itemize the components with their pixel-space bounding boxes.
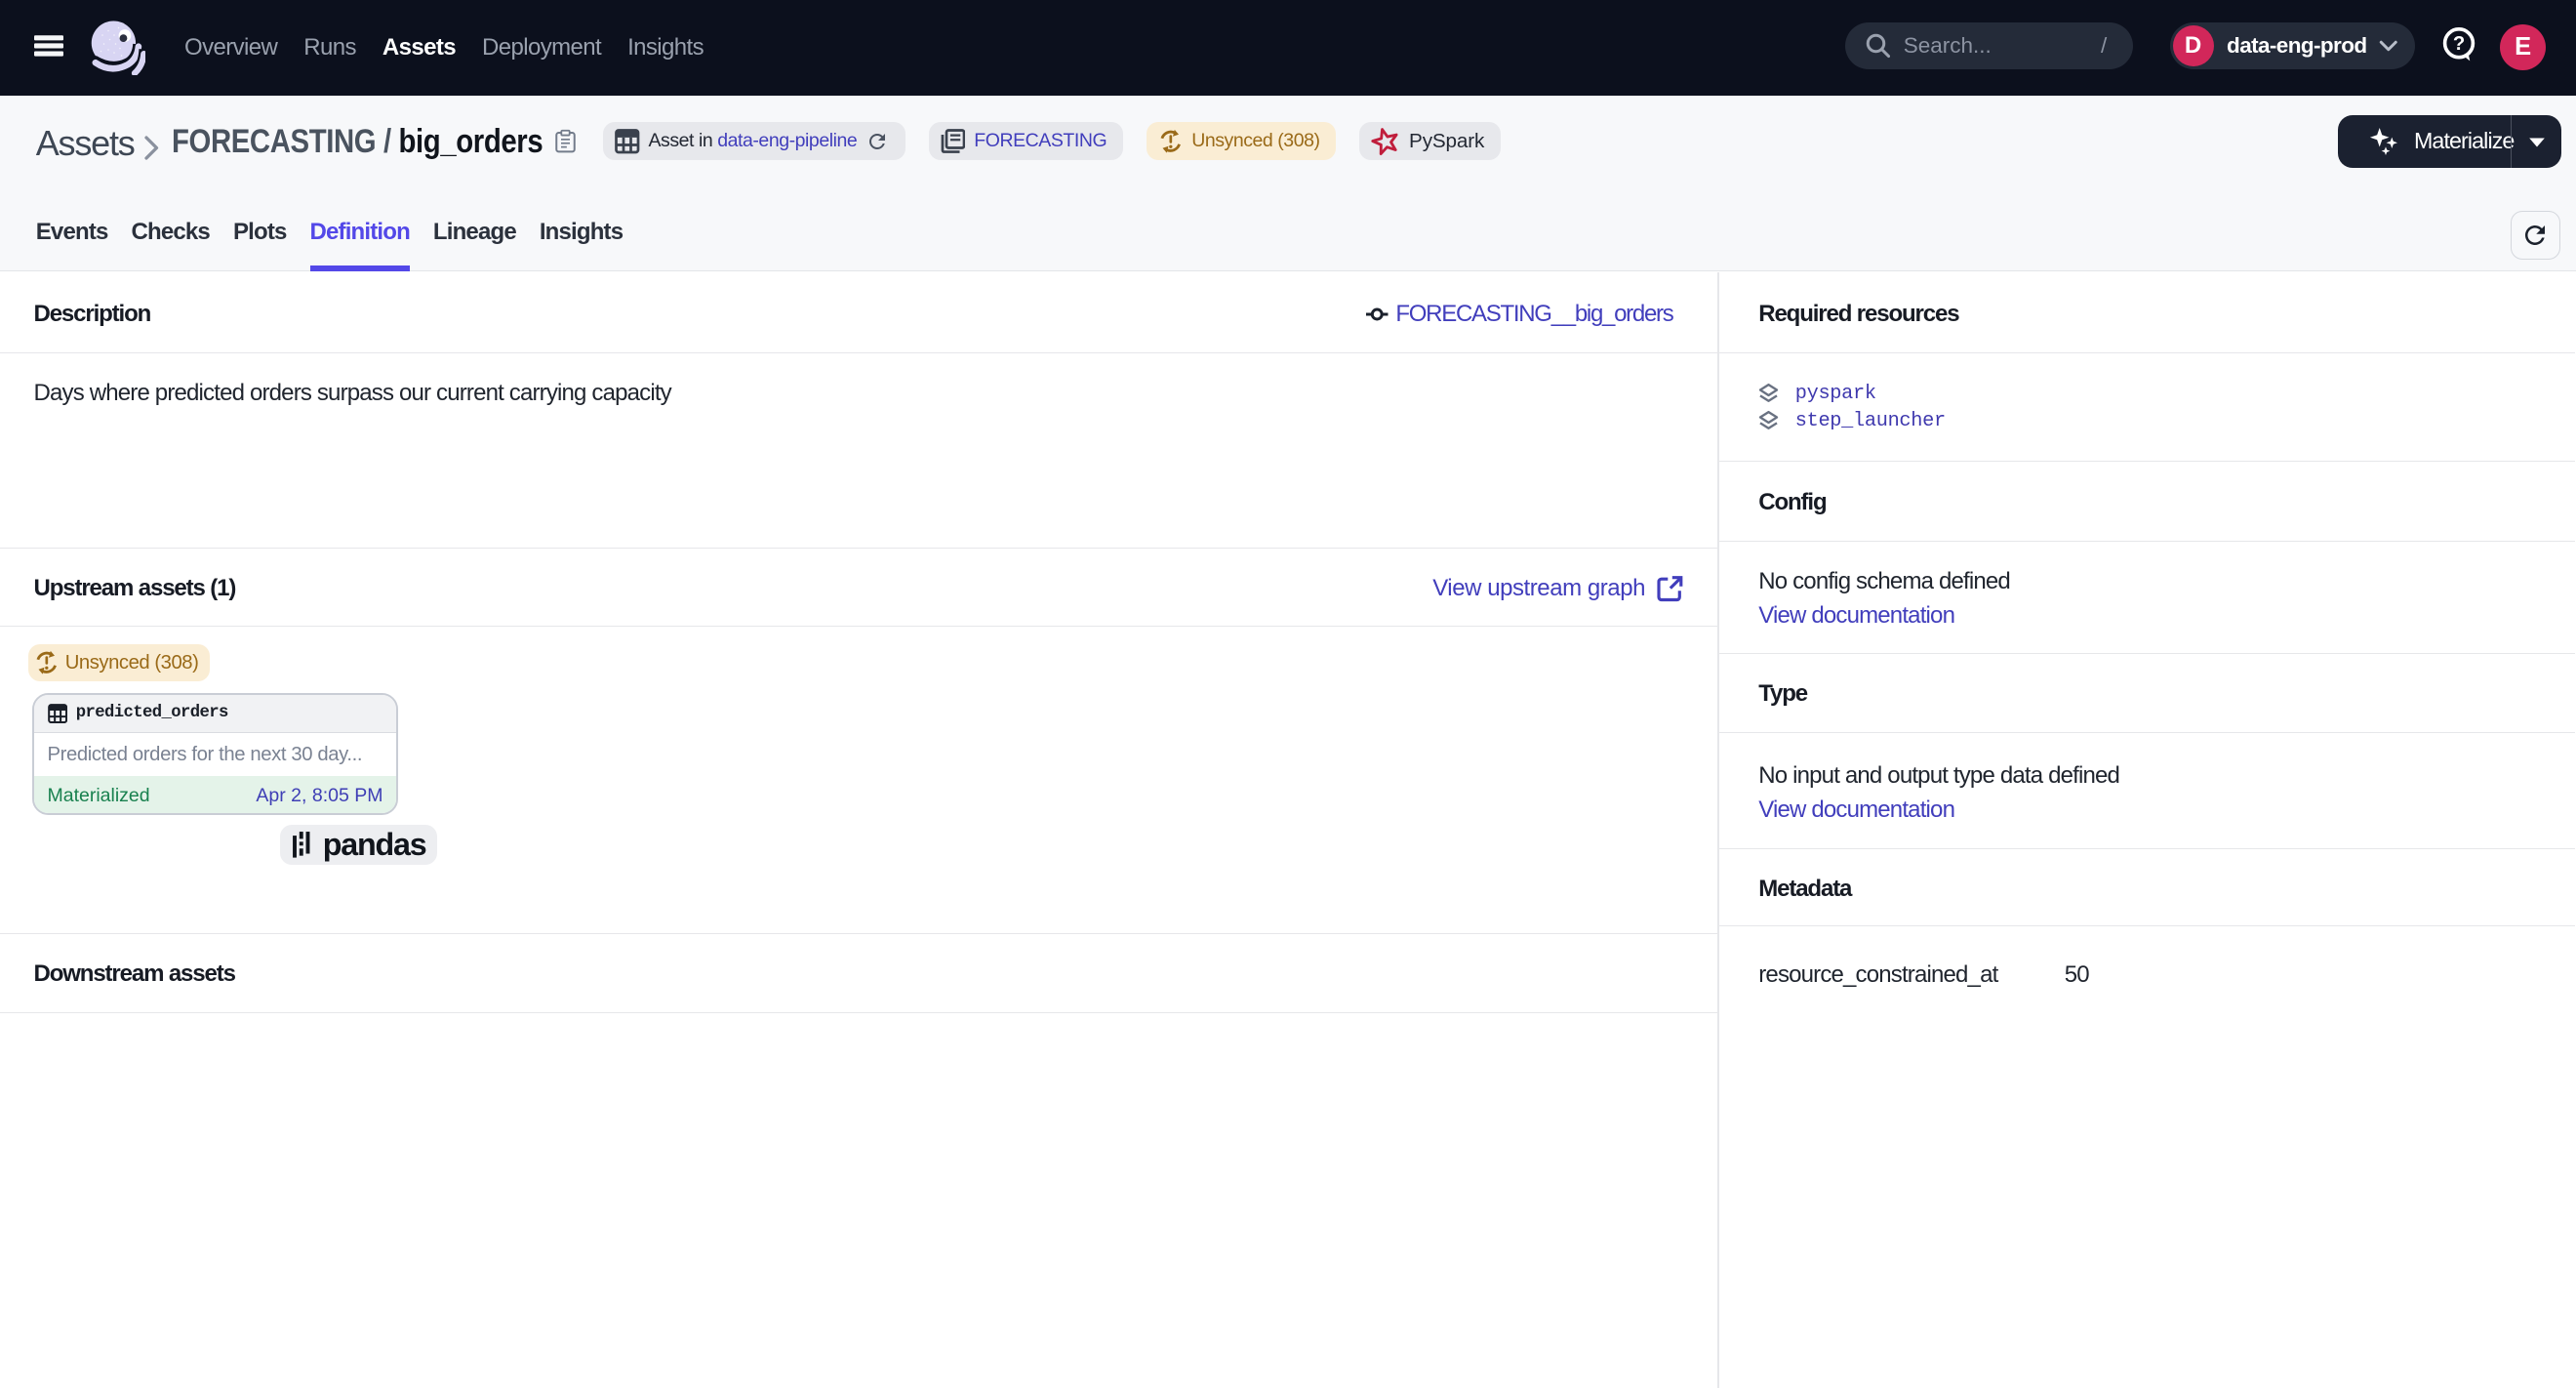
svg-text:?: ? (2453, 33, 2465, 55)
